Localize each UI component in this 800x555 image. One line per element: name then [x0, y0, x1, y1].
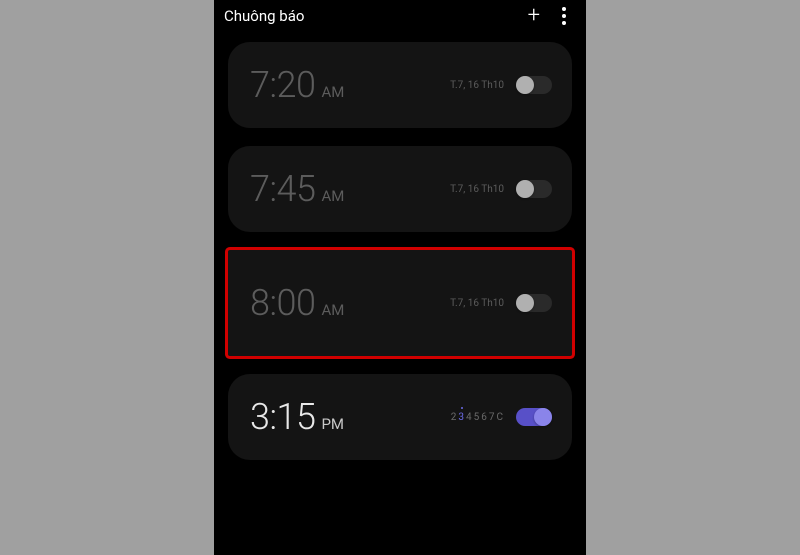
alarm-date: T.7, 16 Th10	[450, 80, 504, 91]
toggle-knob	[516, 76, 534, 94]
alarm-toggle[interactable]	[516, 408, 552, 426]
alarm-period: PM	[321, 415, 344, 433]
alarm-toggle[interactable]	[516, 76, 552, 94]
alarm-right: T.7, 16 Th10	[450, 76, 552, 94]
alarm-date: T.7, 16 Th10	[450, 184, 504, 195]
alarm-day: 7	[489, 412, 496, 423]
alarm-period: AM	[321, 301, 344, 319]
page-title: Chuông báo	[224, 7, 304, 25]
alarm-date: T.7, 16 Th10	[450, 298, 504, 309]
alarm-card[interactable]: 3:15 PM 234567C	[228, 374, 572, 460]
alarm-card[interactable]: 7:45 AM T.7, 16 Th10	[228, 146, 572, 232]
alarm-time-group: 7:45 AM	[250, 168, 344, 210]
alarm-time: 7:45	[250, 168, 315, 210]
alarm-time: 3:15	[250, 396, 315, 438]
toggle-knob	[516, 180, 534, 198]
alarm-day: 5	[474, 412, 481, 423]
more-options-icon[interactable]	[562, 7, 566, 25]
alarm-day: 3	[458, 412, 465, 423]
header-actions: +	[528, 5, 566, 27]
alarm-card[interactable]: 7:20 AM T.7, 16 Th10	[228, 42, 572, 128]
alarm-time: 8:00	[250, 282, 315, 324]
alarm-card[interactable]: 8:00 AM T.7, 16 Th10	[228, 250, 572, 356]
alarm-time: 7:20	[250, 64, 315, 106]
alarm-time-group: 8:00 AM	[250, 282, 344, 324]
alarm-time-group: 7:20 AM	[250, 64, 344, 106]
toggle-knob	[534, 408, 552, 426]
alarm-right: T.7, 16 Th10	[450, 180, 552, 198]
alarm-right: 234567C	[451, 408, 552, 426]
alarm-right: T.7, 16 Th10	[450, 294, 552, 312]
alarm-toggle[interactable]	[516, 294, 552, 312]
alarm-day: 4	[466, 412, 473, 423]
alarm-day: C	[496, 412, 504, 423]
alarm-list: 7:20AMT.7, 16 Th107:45AMT.7, 16 Th108:00…	[214, 32, 586, 460]
alarm-toggle[interactable]	[516, 180, 552, 198]
add-alarm-icon[interactable]: +	[528, 5, 540, 27]
alarm-period: AM	[321, 187, 344, 205]
app-header: Chuông báo +	[214, 0, 586, 32]
toggle-knob	[516, 294, 534, 312]
alarm-days: 234567C	[451, 412, 504, 423]
alarm-day: 6	[481, 412, 488, 423]
alarm-period: AM	[321, 83, 344, 101]
alarm-day: 2	[451, 412, 458, 423]
alarm-time-group: 3:15 PM	[250, 396, 344, 438]
phone-screen: Chuông báo + 7:20 AM T.7, 16 Th10 7:45 AM T.7…	[214, 0, 586, 555]
